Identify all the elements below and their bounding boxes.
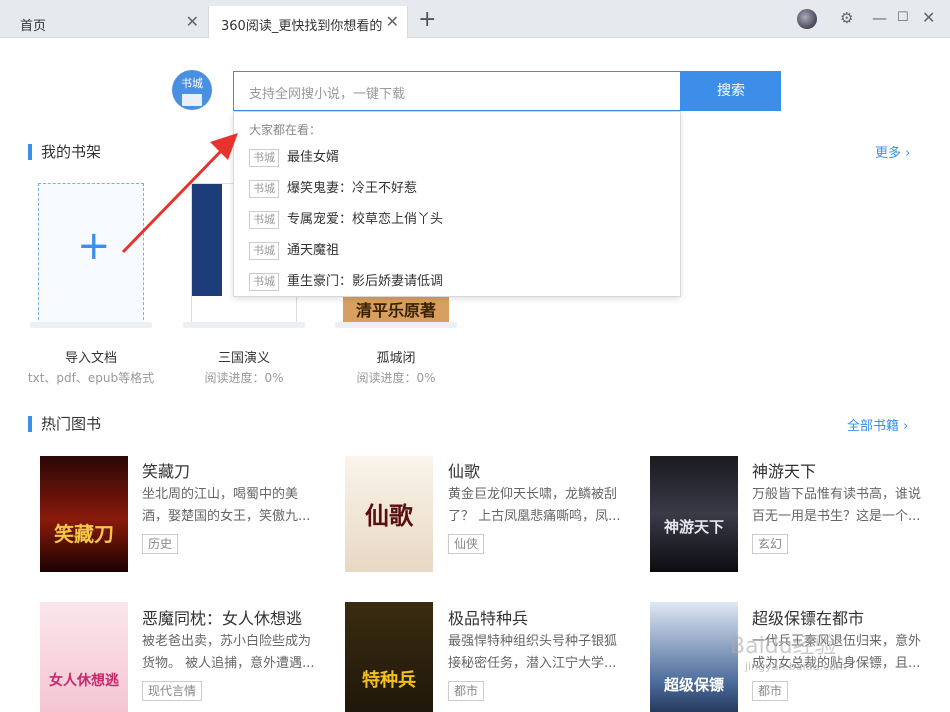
book-name: 孤城闭 [376, 351, 416, 366]
book-desc: 黄金巨龙仰天长啸，龙鳞被刮 了？ 上古凤凰悲痛嘶鸣，凤... [448, 484, 623, 528]
book-desc: 坐北周的江山，喝蜀中的美 酒，娶楚国的女王，笑傲九... [142, 484, 317, 528]
desc-line: 酒，娶楚国的女王，笑傲九... [142, 509, 311, 524]
search-input[interactable]: 支持全网搜小说，一键下载 [233, 71, 681, 111]
all-books-link[interactable]: 全部书籍 › [847, 415, 908, 434]
genre-tag[interactable]: 仙侠 [448, 534, 485, 554]
genre-tag[interactable]: 玄幻 [752, 534, 789, 554]
cover-title: 超级保镖 [663, 676, 724, 694]
book-icon [182, 94, 202, 106]
genre-tag[interactable]: 历史 [142, 534, 179, 554]
cover-art [192, 184, 222, 296]
book-title[interactable]: 恶魔同枕：女人休想逃 [142, 605, 302, 629]
suggestion-item[interactable]: 书城 专属宠爱：校草恋上俏丫头 [249, 210, 443, 230]
book-name: 三国演义 [217, 351, 270, 366]
suggestion-item[interactable]: 书城 爆笑鬼妻：冷王不好惹 [249, 179, 417, 199]
cover-band-text: 清平乐原著 [343, 297, 449, 325]
suggestion-item[interactable]: 书城 最佳女婿 [249, 148, 339, 168]
desc-line: 被老爸出卖，苏小白险些成为 [142, 634, 312, 649]
cover-title: 女人休想逃 [49, 673, 119, 689]
search-button[interactable]: 搜索 [681, 71, 781, 111]
plus-icon: + [77, 223, 111, 269]
suggestion-tag: 书城 [249, 180, 279, 198]
desc-line: 了？ 上古凤凰悲痛嘶鸣，凤... [448, 509, 621, 524]
genre-tag[interactable]: 都市 [448, 681, 485, 701]
book-cover[interactable]: 仙歌 [345, 456, 433, 572]
desc-line: 百无一用是书生？这是一个... [752, 509, 921, 524]
window-close-icon[interactable]: ✕ [922, 8, 935, 28]
book-title[interactable]: 笑藏刀 [142, 458, 190, 482]
book-desc: 最强悍特种组织头号种子银狐 接秘密任务，潜入江宁大学... [448, 631, 623, 675]
book-cover[interactable]: 超级保镖 [650, 602, 738, 712]
desc-line: 货物。 被人追捕，意外遭遇... [142, 656, 315, 671]
desc-line: 万般皆下品惟有读书高，谁说 [752, 487, 922, 502]
book-title[interactable]: 神游天下 [752, 458, 816, 482]
tab-home[interactable]: 首页 ✕ [0, 6, 207, 38]
shelf-base [30, 322, 152, 328]
import-document-button[interactable]: + [38, 183, 144, 325]
book-desc: 万般皆下品惟有读书高，谁说 百无一用是书生？这是一个... [752, 484, 927, 528]
search-suggestions: 大家都在看： 书城 最佳女婿 书城 爆笑鬼妻：冷王不好惹 书城 专属宠爱：校草恋上俏丫… [233, 111, 681, 297]
tab-bar: 首页 ✕ 360阅读_更快找到你想看的 ✕ + ⚙ — ☐ ✕ [0, 0, 950, 38]
book-cover[interactable]: 神游天下 [650, 456, 738, 572]
suggestion-text: 最佳女婿 [287, 150, 340, 165]
tab-360-reader[interactable]: 360阅读_更快找到你想看的 ✕ [208, 6, 408, 38]
book-cover[interactable]: 特种兵 [345, 602, 433, 712]
desc-line: 接秘密任务，潜入江宁大学... [448, 656, 617, 671]
cover-title: 特种兵 [362, 670, 416, 691]
suggestion-text: 重生豪门：影后娇妻请低调 [287, 274, 444, 289]
desc-line: 坐北周的江山，喝蜀中的美 [142, 487, 299, 502]
close-icon[interactable]: ✕ [386, 12, 399, 32]
avatar[interactable] [797, 9, 817, 29]
shelf-base [183, 322, 305, 328]
cover-title: 仙歌 [365, 501, 413, 530]
book-cover[interactable]: 笑藏刀 [40, 456, 128, 572]
book-desc: 被老爸出卖，苏小白险些成为 货物。 被人追捕，意外遭遇... [142, 631, 317, 675]
shelf-title: 我的书架 [28, 144, 101, 160]
book-title[interactable]: 仙歌 [448, 458, 480, 482]
suggestion-tag: 书城 [249, 242, 279, 260]
book-title[interactable]: 超级保镖在都市 [752, 605, 864, 629]
genre-tag[interactable]: 现代言情 [142, 681, 203, 701]
book-title[interactable]: 极品特种兵 [448, 605, 528, 629]
logo-label: 书城 [181, 77, 203, 90]
suggestion-tag: 书城 [249, 211, 279, 229]
reading-progress: 阅读进度：0% [204, 371, 284, 385]
book-cover[interactable]: 女人休想逃 [40, 602, 128, 712]
import-label: 导入文档 [64, 351, 117, 366]
tab-home-label: 首页 [20, 19, 47, 34]
suggestion-text: 爆笑鬼妻：冷王不好惹 [287, 181, 418, 196]
new-tab-button[interactable]: + [418, 6, 436, 34]
desc-line: 黄金巨龙仰天长啸，龙鳞被刮 [448, 487, 618, 502]
gear-icon[interactable]: ⚙ [840, 8, 853, 28]
suggestion-item[interactable]: 书城 重生豪门：影后娇妻请低调 [249, 272, 443, 292]
suggestion-tag: 书城 [249, 149, 279, 167]
shelf-base [335, 322, 457, 328]
minimize-icon[interactable]: — [872, 8, 887, 28]
watermark: Baidu经验 [730, 634, 837, 659]
hot-books-title: 热门图书 [28, 416, 101, 432]
reading-progress: 阅读进度：0% [356, 371, 436, 385]
tab-360-reader-label: 360阅读_更快找到你想看的 [221, 19, 383, 34]
suggestion-tag: 书城 [249, 273, 279, 291]
suggestions-heading: 大家都在看： [249, 123, 322, 137]
suggestion-item[interactable]: 书城 通天魔祖 [249, 241, 339, 261]
import-formats: txt、pdf、epub等格式 [27, 371, 155, 385]
suggestion-text: 通天魔祖 [287, 243, 340, 258]
cover-title: 笑藏刀 [54, 522, 114, 546]
close-icon[interactable]: ✕ [186, 12, 199, 32]
shelf-more-link[interactable]: 更多 › [875, 142, 910, 161]
watermark-url: jingyan.baidu.com [745, 660, 847, 673]
desc-line: 最强悍特种组织头号种子银狐 [448, 634, 618, 649]
cover-title: 神游天下 [663, 518, 724, 536]
bookstore-logo[interactable]: 书城 [172, 70, 212, 110]
genre-tag[interactable]: 都市 [752, 681, 789, 701]
suggestion-text: 专属宠爱：校草恋上俏丫头 [287, 212, 444, 227]
maximize-icon[interactable]: ☐ [897, 8, 909, 28]
